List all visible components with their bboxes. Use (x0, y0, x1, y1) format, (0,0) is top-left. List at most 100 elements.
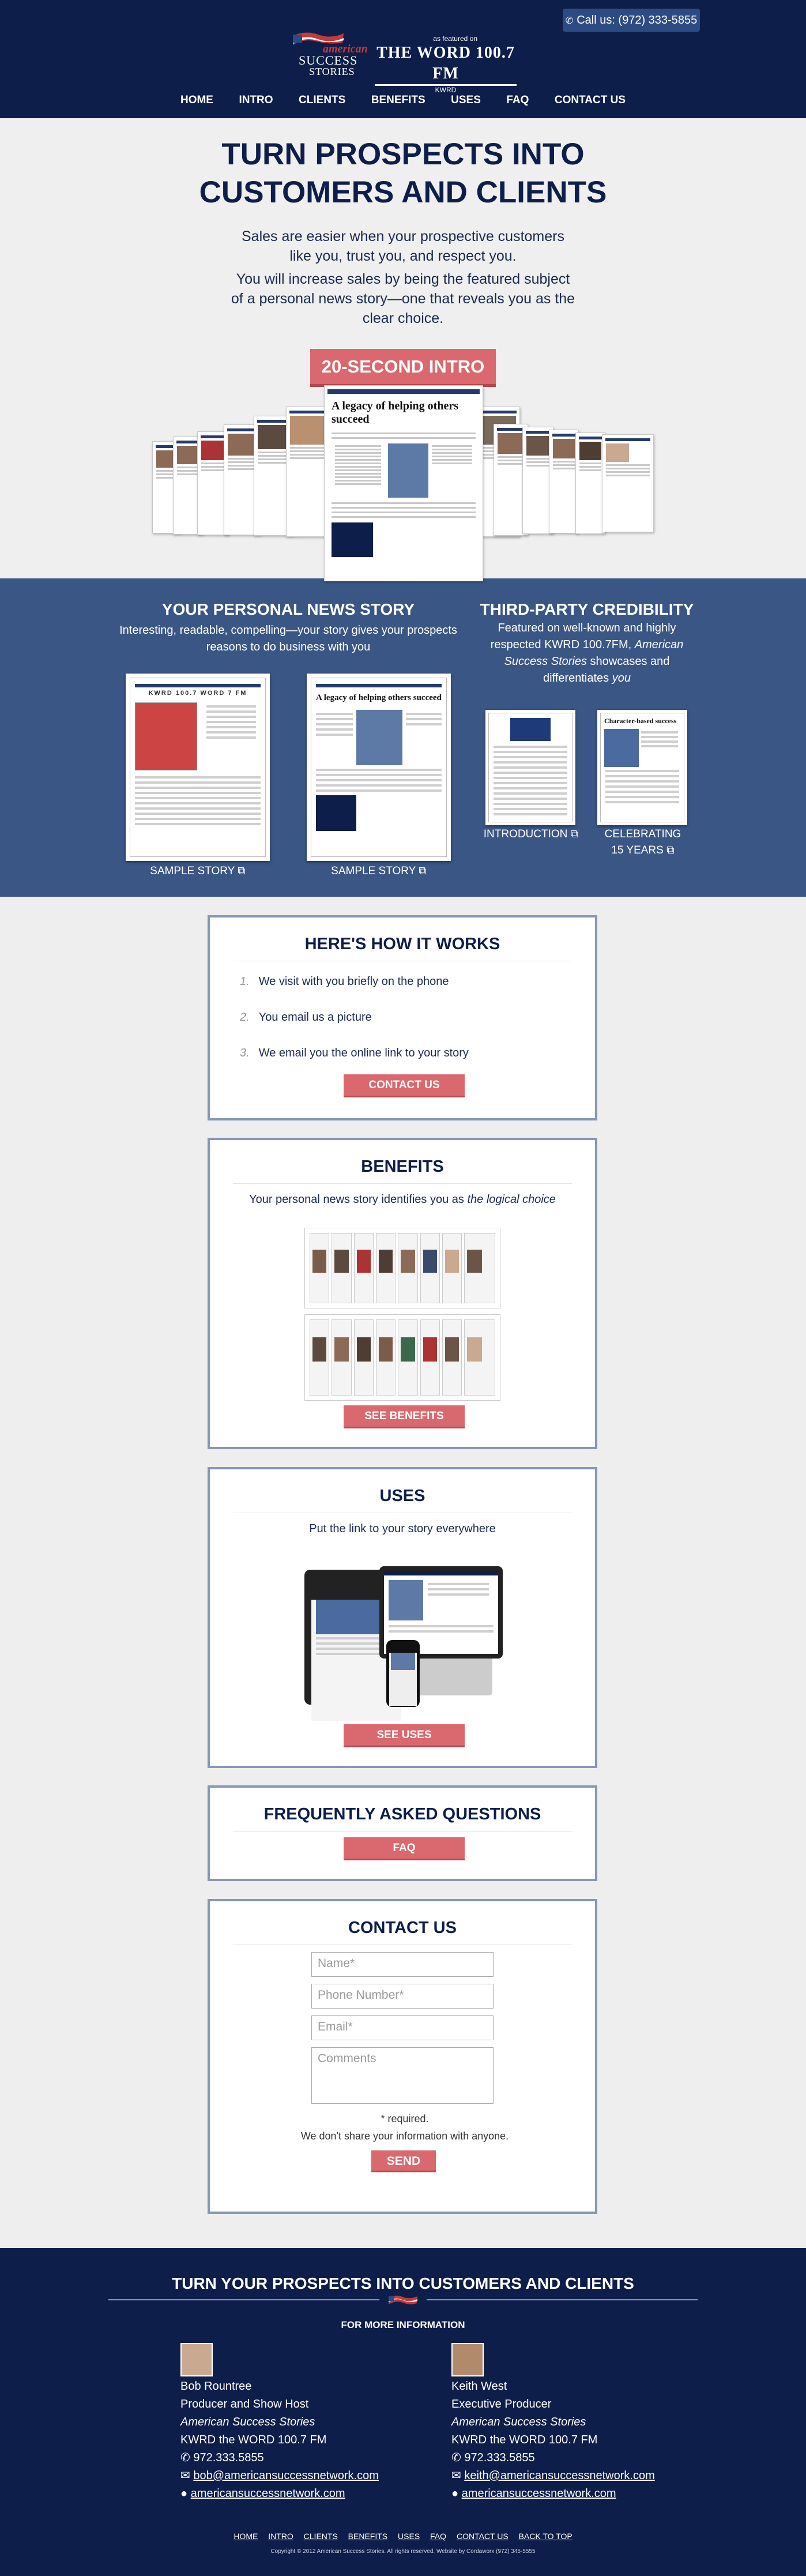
nav-faq[interactable]: FAQ (506, 94, 529, 107)
the-word-logo[interactable]: as featured on THE WORD 100.7 FM KWRD (375, 35, 517, 94)
comments-field[interactable]: Comments (311, 2047, 494, 2104)
external-link-icon: ⧉ (419, 865, 427, 877)
contact-site[interactable]: ● americansuccessnetwork.com (180, 2485, 423, 2503)
celebrating-headline: Character-based success (604, 717, 677, 725)
globe-icon: ● (451, 2487, 459, 2500)
nav-uses[interactable]: USES (451, 94, 481, 107)
step-text: We email you the online link to your sto… (258, 1047, 469, 1059)
footer-nav: HOME INTRO CLIENTS BENEFITS USES FAQ CON… (0, 2532, 806, 2541)
nav-clients[interactable]: CLIENTS (299, 94, 345, 107)
footer-divider-right (427, 2299, 698, 2300)
contact-site[interactable]: ● americansuccessnetwork.com (451, 2485, 694, 2503)
faq-card: FREQUENTLY ASKED QUESTIONS FAQ (208, 1785, 597, 1881)
faq-button[interactable]: FAQ (344, 1837, 465, 1860)
story-credibility-band: YOUR PERSONAL NEWS STORY Interesting, re… (0, 578, 806, 897)
benefits-lead-em: the logical choice (467, 1193, 556, 1206)
contact-role: Producer and Show Host (180, 2398, 309, 2410)
external-link-icon: ⧉ (666, 844, 675, 856)
privacy-note: We don't share your information with any… (300, 2130, 509, 2142)
sample-story-2[interactable]: A legacy of helping others succeed (307, 674, 451, 861)
introduction-caption[interactable]: INTRODUCTION ⧉ (476, 826, 586, 843)
call-us-button[interactable]: ✆ Call us: (972) 333-5855 (563, 9, 700, 32)
footer-nav-intro[interactable]: INTRO (268, 2532, 293, 2541)
as-featured-on: as featured on (433, 35, 477, 43)
name-field[interactable]: Name* (311, 1952, 494, 1977)
intro-button[interactable]: 20-SECOND INTRO (310, 349, 496, 387)
word-call-sign: KWRD (435, 86, 457, 94)
avatar (451, 2343, 484, 2376)
devices-illustration (304, 1566, 503, 1721)
footer-nav-uses[interactable]: USES (398, 2532, 420, 2541)
email-field[interactable]: Email* (311, 2015, 494, 2040)
american-success-stories-logo[interactable]: american SUCCESS STORIES (288, 28, 369, 78)
phone-icon: ✆ (565, 16, 574, 26)
copyright: Copyright © 2012 American Success Storie… (270, 2548, 536, 2555)
send-button[interactable]: SEND (371, 2150, 436, 2172)
footer-nav-faq[interactable]: FAQ (430, 2532, 446, 2541)
sample-story-2-label: SAMPLE STORY (331, 865, 416, 877)
benefits-title: BENEFITS (361, 1157, 444, 1176)
call-us-label: Call us: (972) 333-5855 (577, 14, 698, 27)
footer-nav-contact[interactable]: CONTACT US (457, 2532, 509, 2541)
phone-field[interactable]: Phone Number* (311, 1984, 494, 2009)
contact-form-title: CONTACT US (348, 1919, 457, 1937)
client-stories-grid-top[interactable] (304, 1228, 500, 1308)
see-uses-button[interactable]: SEE USES (344, 1724, 465, 1747)
credibility-you: you (612, 672, 631, 685)
contact-us-button[interactable]: CONTACT US (344, 1074, 465, 1097)
footer-nav-benefits[interactable]: BENEFITS (348, 2532, 387, 2541)
center-headline: A legacy of helping others succeed (332, 400, 458, 426)
faq-title: FREQUENTLY ASKED QUESTIONS (263, 1805, 541, 1823)
phone-icon: ✆ (451, 2451, 461, 2464)
introduction-doc[interactable] (485, 710, 575, 825)
main-nav: HOME INTRO CLIENTS BENEFITS USES FAQ CON… (0, 94, 806, 107)
client-stories-grid-bottom[interactable] (304, 1314, 500, 1401)
avatar (180, 2343, 213, 2376)
footer-nav-clients[interactable]: CLIENTS (304, 2532, 338, 2541)
hero-title: TURN PROSPECTS INTO CUSTOMERS AND CLIENT… (0, 136, 806, 212)
site-footer: TURN YOUR PROSPECTS INTO CUSTOMERS AND C… (0, 2248, 806, 2576)
celebrating-caption[interactable]: CELEBRATING 15 YEARS ⧉ (588, 826, 698, 859)
nav-contact[interactable]: CONTACT US (555, 94, 626, 107)
contact-role: Executive Producer (451, 2398, 552, 2410)
phone-icon: ✆ (180, 2451, 190, 2464)
nav-home[interactable]: HOME (180, 94, 213, 107)
step-item: 1. We visit with you briefly on the phone (240, 964, 595, 999)
nav-benefits[interactable]: BENEFITS (371, 94, 425, 107)
footer-nav-home[interactable]: HOME (233, 2532, 258, 2541)
hero-section: TURN PROSPECTS INTO CUSTOMERS AND CLIENT… (0, 118, 806, 581)
mail-icon: ✉ (451, 2469, 461, 2482)
contact-show: American Success Stories (451, 2416, 586, 2428)
uses-card: USES Put the link to your story everywhe… (208, 1467, 597, 1768)
step-number: 3. (240, 1047, 250, 1059)
contact-email[interactable]: ✉ bob@americansuccessnetwork.com (180, 2467, 423, 2485)
contact-email-address: keith@americansuccessnetwork.com (464, 2469, 655, 2482)
step-text: You email us a picture (258, 1011, 372, 1024)
nav-intro[interactable]: INTRO (239, 94, 273, 107)
uses-lead: Put the link to your story everywhere (309, 1522, 496, 1535)
step-number: 2. (240, 1011, 250, 1024)
contact-phone[interactable]: ✆ 972.333.5855 (451, 2449, 694, 2467)
sample-2-headline: A legacy of helping others succeed (316, 693, 442, 702)
sample-story-1[interactable]: KWRD 100.7 WORD 7 FM (126, 674, 270, 861)
see-benefits-button[interactable]: SEE BENEFITS (344, 1405, 465, 1428)
sample-story-2-caption[interactable]: SAMPLE STORY ⧉ (307, 863, 451, 879)
footer-divider-left (108, 2299, 379, 2300)
contact-email[interactable]: ✉ keith@americansuccessnetwork.com (451, 2467, 694, 2485)
step-item: 3. We email you the online link to your s… (240, 1035, 595, 1071)
celebrating-doc[interactable]: Character-based success (597, 710, 687, 825)
how-it-works-title: HERE'S HOW IT WORKS (304, 935, 500, 953)
sample-story-1-caption[interactable]: SAMPLE STORY ⧉ (126, 863, 270, 879)
contact-phone-number: 972.333.5855 (464, 2451, 535, 2464)
contact-station: KWRD the WORD 100.7 FM (451, 2434, 598, 2446)
hero-paragraph-1: Sales are easier when your prospective c… (242, 228, 564, 264)
uses-title: USES (379, 1487, 425, 1505)
contact-keith: Keith West Executive Producer American S… (451, 2343, 694, 2503)
footer-nav-back-to-top[interactable]: BACK TO TOP (519, 2532, 573, 2541)
globe-icon: ● (180, 2487, 188, 2500)
benefits-lead: Your personal news story identifies you … (210, 1193, 595, 1206)
contact-phone[interactable]: ✆ 972.333.5855 (180, 2449, 423, 2467)
personal-story-title: YOUR PERSONAL NEWS STORY (161, 600, 415, 618)
celebrating-label-1: CELEBRATING (604, 828, 681, 840)
hero-title-line2: CUSTOMERS AND CLIENTS (199, 175, 607, 209)
